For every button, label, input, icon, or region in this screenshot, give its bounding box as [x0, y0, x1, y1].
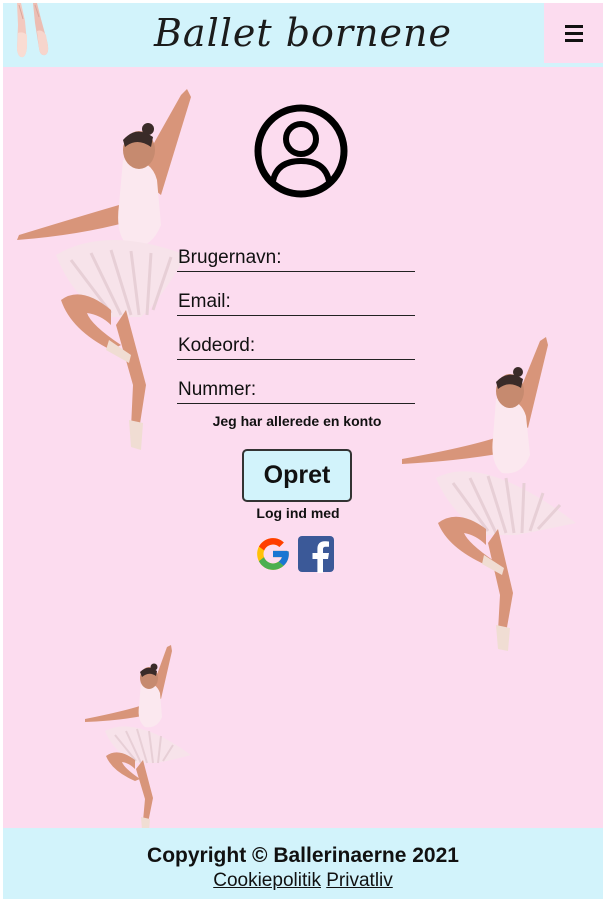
login-with-label: Log ind med	[256, 505, 340, 521]
create-account-button[interactable]: Opret	[242, 449, 352, 502]
password-input[interactable]	[177, 333, 416, 359]
footer-links: Cookiepolitik Privatliv	[3, 870, 603, 892]
hamburger-menu-icon[interactable]	[544, 3, 603, 63]
google-icon[interactable]	[254, 535, 292, 573]
already-account-link[interactable]: Jeg har allerede en konto	[213, 413, 382, 429]
cookie-policy-link[interactable]: Cookiepolitik	[213, 870, 321, 891]
phone-input[interactable]	[177, 377, 416, 403]
page-frame: Ballet bornene Brugernavn: Email: Nummer…	[3, 3, 603, 899]
password-field[interactable]	[177, 333, 416, 360]
username-field[interactable]	[177, 245, 416, 272]
ballerina-illustration	[85, 645, 191, 831]
email-field[interactable]	[177, 289, 416, 316]
email-input[interactable]	[177, 289, 416, 315]
privacy-link[interactable]: Privatliv	[326, 870, 393, 891]
copyright-text: Copyright © Ballerinaerne 2021	[147, 844, 459, 867]
user-circle-icon	[254, 104, 348, 198]
facebook-icon[interactable]	[297, 535, 335, 573]
username-input[interactable]	[177, 245, 416, 271]
already-account-row: Jeg har allerede en konto	[3, 413, 603, 429]
site-title: Ballet bornene	[153, 11, 453, 55]
ballerina-illustration	[402, 337, 576, 651]
phone-field[interactable]	[177, 377, 416, 404]
site-footer: Copyright © Ballerinaerne 2021 Cookiepol…	[3, 828, 603, 899]
site-header: Ballet bornene	[3, 3, 603, 67]
